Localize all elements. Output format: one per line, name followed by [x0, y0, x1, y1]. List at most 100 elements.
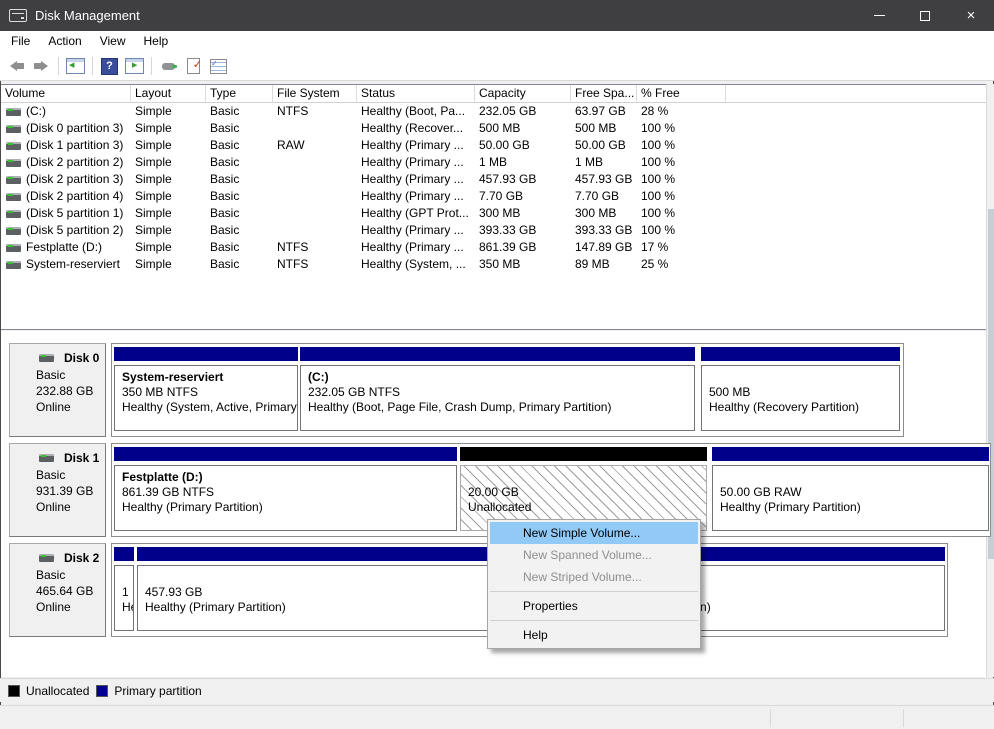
action-pane-icon[interactable]: [122, 54, 147, 78]
context-menu-item[interactable]: Properties: [490, 595, 698, 617]
menubar: File Action View Help: [0, 31, 994, 52]
table-row[interactable]: (C:) Simple Basic NTFS Healthy (Boot, Pa…: [1, 103, 986, 120]
volume-freespace: 1 MB: [571, 154, 637, 171]
volume-freespace: 500 MB: [571, 120, 637, 137]
context-menu-item[interactable]: New Spanned Volume...: [490, 544, 698, 566]
volume-list-pane: Volume Layout Type File System Status Ca…: [1, 84, 986, 330]
help-icon[interactable]: [97, 54, 122, 78]
volume-status: Healthy (GPT Prot...: [357, 205, 475, 222]
menu-item[interactable]: View: [91, 31, 135, 52]
table-row[interactable]: Festplatte (D:) Simple Basic NTFS Health…: [1, 239, 986, 256]
column-header-volume[interactable]: Volume: [1, 85, 131, 103]
separator-icon[interactable]: [54, 54, 63, 78]
separator-icon[interactable]: [147, 54, 156, 78]
menu-item[interactable]: Help: [135, 31, 178, 52]
partition-block[interactable]: 500 MB Healthy (Recovery Partition): [701, 347, 900, 431]
partition-block[interactable]: Festplatte (D:) 861.39 GB NTFS Healthy (…: [114, 447, 457, 531]
table-row[interactable]: (Disk 2 partition 3) Simple Basic Health…: [1, 171, 986, 188]
task-list-icon[interactable]: [206, 54, 231, 78]
partition-status: Healthy (Primary Partition): [720, 500, 986, 515]
volume-percentfree: 25 %: [637, 256, 726, 273]
context-menu-item[interactable]: New Striped Volume...: [490, 566, 698, 588]
volume-filesystem: [273, 222, 357, 239]
volume-layout: Simple: [131, 103, 206, 120]
window-controls: ×: [856, 0, 994, 31]
menu-item[interactable]: File: [2, 31, 39, 52]
partition-title: [468, 470, 704, 485]
context-menu-item[interactable]: [490, 588, 698, 595]
partition-block[interactable]: 1 MB Healthy (Primary Partition): [114, 547, 134, 631]
column-header-status[interactable]: Status: [357, 85, 475, 103]
partition-size: 1 MB: [122, 585, 131, 600]
disk-status: Online: [36, 599, 103, 615]
table-row[interactable]: (Disk 1 partition 3) Simple Basic RAW He…: [1, 137, 986, 154]
volume-freespace: 147.89 GB: [571, 239, 637, 256]
volume-filesystem: NTFS: [273, 256, 357, 273]
table-row[interactable]: (Disk 5 partition 1) Simple Basic Health…: [1, 205, 986, 222]
minimize-button[interactable]: [856, 0, 902, 31]
volume-percentfree: 17 %: [637, 239, 726, 256]
column-header-percentfree[interactable]: % Free: [637, 85, 726, 103]
disk-size: 232.88 GB: [36, 383, 103, 399]
partition-block[interactable]: System-reserviert 350 MB NTFS Healthy (S…: [114, 347, 298, 431]
partition-color-bar: [114, 447, 457, 461]
volume-type: Basic: [206, 205, 273, 222]
disk-type: Basic: [36, 467, 103, 483]
maximize-button[interactable]: [902, 0, 948, 31]
volume-type: Basic: [206, 154, 273, 171]
partition-block[interactable]: (C:) 232.05 GB NTFS Healthy (Boot, Page …: [300, 347, 695, 431]
partition-color-bar: [712, 447, 989, 461]
volume-status: Healthy (Primary ...: [357, 154, 475, 171]
console-tree-icon[interactable]: [63, 54, 88, 78]
column-header-filesystem[interactable]: File System: [273, 85, 357, 103]
context-menu-item[interactable]: New Simple Volume...: [490, 522, 698, 544]
partition-title: Festplatte (D:): [122, 470, 454, 485]
legend-swatch: [96, 685, 108, 697]
table-row[interactable]: System-reserviert Simple Basic NTFS Heal…: [1, 256, 986, 273]
table-row[interactable]: (Disk 2 partition 2) Simple Basic Health…: [1, 154, 986, 171]
menu-item[interactable]: Action: [39, 31, 90, 52]
partition-color-bar: [114, 347, 298, 361]
context-menu-item[interactable]: [490, 617, 698, 624]
volume-status: Healthy (Boot, Pa...: [357, 103, 475, 120]
close-button[interactable]: ×: [948, 0, 994, 31]
volume-capacity: 232.05 GB: [475, 103, 571, 120]
partition-size: 350 MB NTFS: [122, 385, 295, 400]
partition-size: 500 MB: [709, 385, 897, 400]
volume-icon: [6, 244, 21, 252]
partition-title: [709, 370, 897, 385]
column-header-capacity[interactable]: Capacity: [475, 85, 571, 103]
context-menu: New Simple Volume... New Spanned Volume.…: [487, 519, 701, 649]
volume-type: Basic: [206, 137, 273, 154]
minimize-icon: [874, 15, 885, 16]
titlebar: Disk Management ×: [0, 0, 994, 31]
context-menu-item[interactable]: Help: [490, 624, 698, 646]
volume-status: Healthy (Primary ...: [357, 188, 475, 205]
forward-icon[interactable]: [29, 54, 54, 78]
volume-percentfree: 100 %: [637, 222, 726, 239]
column-header-freespace[interactable]: Free Spa...: [571, 85, 637, 103]
column-header-layout[interactable]: Layout: [131, 85, 206, 103]
table-row[interactable]: (Disk 0 partition 3) Simple Basic Health…: [1, 120, 986, 137]
volume-status: Healthy (Recover...: [357, 120, 475, 137]
column-header-type[interactable]: Type: [206, 85, 273, 103]
disk-label-tile[interactable]: Disk 1 Basic 931.39 GB Online: [9, 443, 106, 537]
status-bar: [0, 705, 994, 729]
volume-icon: [6, 261, 21, 269]
check-disk-icon[interactable]: [181, 54, 206, 78]
separator-icon[interactable]: [88, 54, 97, 78]
disk-label-tile[interactable]: Disk 0 Basic 232.88 GB Online: [9, 343, 106, 437]
partition-status: Unallocated: [468, 500, 704, 515]
back-icon[interactable]: [4, 54, 29, 78]
volume-filesystem: [273, 120, 357, 137]
disk-drive-icon: [9, 9, 27, 22]
partition-status: Healthy (Primary Partition): [122, 500, 454, 515]
disk-label-tile[interactable]: Disk 2 Basic 465.64 GB Online: [9, 543, 106, 637]
volume-percentfree: 100 %: [637, 188, 726, 205]
vertical-scrollbar[interactable]: [986, 84, 994, 677]
table-row[interactable]: (Disk 2 partition 4) Simple Basic Health…: [1, 188, 986, 205]
table-row[interactable]: (Disk 5 partition 2) Simple Basic Health…: [1, 222, 986, 239]
partition-block[interactable]: 50.00 GB RAW Healthy (Primary Partition): [712, 447, 989, 531]
volume-type: Basic: [206, 120, 273, 137]
rescan-icon[interactable]: [156, 54, 181, 78]
